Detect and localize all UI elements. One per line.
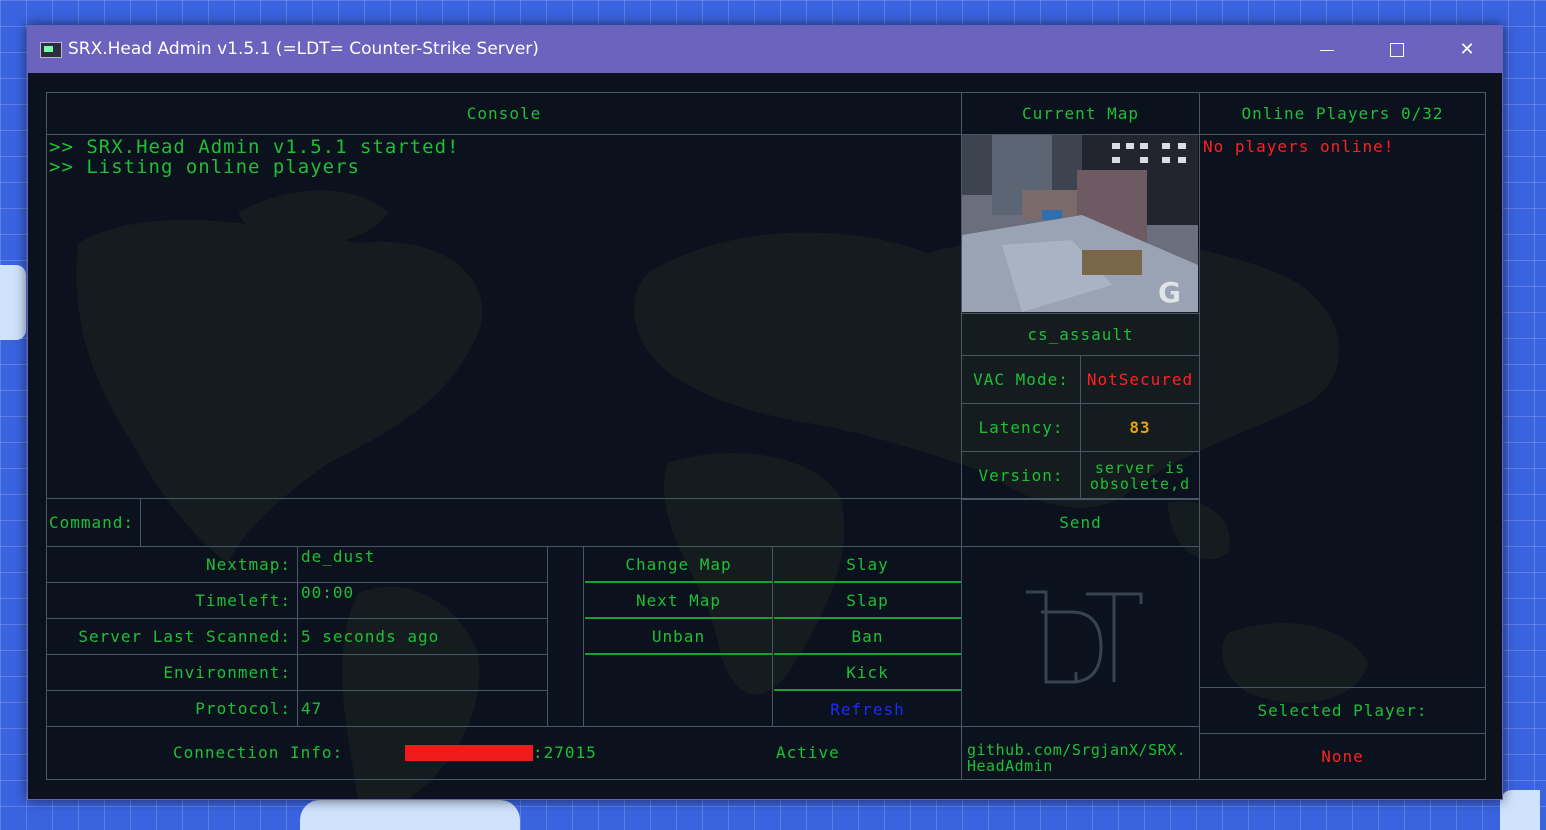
map-name: cs_assault: [961, 313, 1200, 356]
server-last-scanned-value: 5 seconds ago: [297, 618, 548, 655]
close-button[interactable]: ✕: [1432, 26, 1502, 73]
slap-button[interactable]: Slap: [774, 583, 961, 619]
version-label: Version:: [961, 451, 1081, 500]
ldt-logo-graphic: [1025, 590, 1142, 684]
command-input[interactable]: [140, 498, 962, 547]
online-players-header: Online Players 0/32: [1199, 92, 1486, 135]
current-map-header: Current Map: [961, 92, 1200, 135]
send-button[interactable]: Send: [961, 498, 1200, 547]
nextmap-label: Nextmap:: [46, 546, 298, 583]
slay-button[interactable]: Slay: [774, 547, 961, 583]
footer-divider: [961, 726, 1200, 780]
maximize-icon: [1390, 43, 1404, 57]
vac-mode-value: NotSecured: [1080, 355, 1200, 404]
console-line: >> SRX.Head Admin v1.5.1 started!: [49, 136, 460, 158]
desktop-map-fragment: [0, 265, 26, 340]
app-icon: [40, 42, 62, 58]
change-map-button[interactable]: Change Map: [585, 547, 772, 583]
latency-value: 83: [1080, 403, 1200, 452]
unban-button[interactable]: Unban: [585, 619, 772, 655]
minimize-button[interactable]: [1292, 26, 1362, 73]
title-bar[interactable]: SRX.Head Admin v1.5.1 (=LDT= Counter-Str…: [28, 26, 1502, 73]
connection-status: Active: [776, 743, 840, 762]
ldt-logo: [961, 546, 1200, 727]
protocol-label: Protocol:: [46, 690, 298, 727]
no-players-message: No players online!: [1203, 137, 1395, 156]
maximize-button[interactable]: [1362, 26, 1432, 73]
timeleft-input[interactable]: 00:00: [297, 582, 548, 619]
window-title: SRX.Head Admin v1.5.1 (=LDT= Counter-Str…: [68, 39, 539, 59]
spacer-column: [547, 546, 584, 727]
console-line: >> Listing online players: [49, 156, 360, 178]
timeleft-label: Timeleft:: [46, 582, 298, 619]
players-list[interactable]: No players online!: [1199, 134, 1486, 688]
environment-label: Environment:: [46, 654, 298, 691]
next-map-button[interactable]: Next Map: [585, 583, 772, 619]
environment-value: [297, 654, 548, 691]
connection-ip-redacted: [405, 745, 533, 761]
selected-player-value: None: [1199, 733, 1486, 780]
map-preview-graphic: G: [962, 135, 1198, 312]
console-header: Console: [46, 92, 962, 135]
nextmap-input[interactable]: de_dust: [297, 546, 548, 583]
latency-label: Latency:: [961, 403, 1081, 452]
desktop-map-fragment: [300, 800, 520, 830]
connection-port: :27015: [533, 743, 597, 762]
minimize-icon: [1320, 49, 1334, 51]
version-value: server is obsolete,d: [1080, 451, 1200, 500]
map-preview-image: G: [961, 134, 1200, 314]
app-window: SRX.Head Admin v1.5.1 (=LDT= Counter-Str…: [27, 25, 1503, 800]
command-label: Command:: [46, 498, 141, 547]
protocol-value: 47: [297, 690, 548, 727]
ban-button[interactable]: Ban: [774, 619, 961, 655]
connection-info-label: Connection Info:: [173, 743, 344, 762]
svg-text:G: G: [1158, 276, 1182, 309]
refresh-button[interactable]: Refresh: [774, 691, 961, 727]
console-output[interactable]: >> SRX.Head Admin v1.5.1 started! >> Lis…: [46, 134, 962, 499]
desktop-map-fragment: [1500, 790, 1540, 830]
server-last-scanned-label: Server Last Scanned:: [46, 618, 298, 655]
client-area: Console >> SRX.Head Admin v1.5.1 started…: [28, 73, 1502, 799]
selected-player-label: Selected Player:: [1199, 687, 1486, 734]
vac-mode-label: VAC Mode:: [961, 355, 1081, 404]
close-icon: ✕: [1459, 39, 1475, 60]
kick-button[interactable]: Kick: [774, 655, 961, 691]
